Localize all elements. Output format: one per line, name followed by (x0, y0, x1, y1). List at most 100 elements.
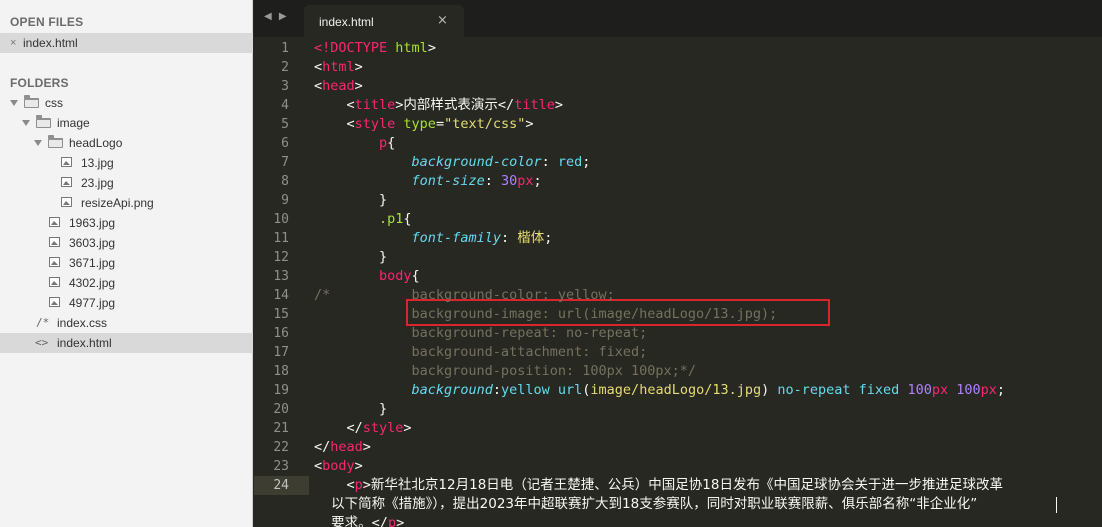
code-token: > (554, 97, 563, 113)
code-line[interactable]: p{ (314, 134, 395, 153)
tree-item-4302-jpg[interactable]: 4302.jpg (0, 273, 253, 293)
tree-item-label: css (45, 96, 63, 110)
code-token: { (403, 211, 412, 227)
code-line[interactable]: .p1{ (314, 210, 412, 229)
code-token: html (322, 59, 355, 75)
code-line[interactable]: <body> (314, 457, 363, 476)
code-token: > (403, 420, 412, 436)
code-line[interactable]: <title>内部样式表演示</title> (314, 96, 563, 115)
code-line[interactable]: </style> (314, 419, 412, 438)
code-line[interactable]: } (314, 400, 387, 419)
open-files-title: OPEN FILES (10, 15, 84, 29)
code-line[interactable]: } (314, 248, 387, 267)
code-line[interactable]: <!DOCTYPE html> (314, 39, 436, 58)
tree-item-4977-jpg[interactable]: 4977.jpg (0, 293, 253, 313)
code-token: font-family (411, 230, 501, 246)
code-line[interactable]: 要求。</p> (314, 514, 404, 527)
code-line[interactable]: <p>新华社北京12月18日电（记者王楚捷、公兵）中国足协18日发布《中国足球协… (314, 476, 1003, 495)
code-token: <!DOCTYPE (314, 40, 388, 56)
line-number: 3 (281, 79, 289, 94)
code-line[interactable]: body{ (314, 267, 420, 286)
code-line[interactable]: background-attachment: fixed; (314, 343, 648, 362)
tree-item-headlogo[interactable]: headLogo (0, 133, 253, 153)
line-number: 10 (273, 212, 289, 227)
line-number: 1 (281, 41, 289, 56)
code-line[interactable]: 以下简称《措施》），提出2023年中超联赛扩大到18支参赛队，同时对职业联赛限薪… (314, 495, 977, 514)
open-file-index-html[interactable]: × index.html (0, 33, 253, 53)
code-line[interactable]: font-size: 30px; (314, 172, 542, 191)
code-line[interactable]: <html> (314, 58, 363, 77)
code-token: px (517, 173, 534, 189)
chevron-down-icon[interactable] (22, 120, 30, 126)
code-editor[interactable]: <!DOCTYPE html> <html> <head> <title>内部样式表… (309, 37, 1102, 527)
code-line[interactable]: <head> (314, 77, 363, 96)
line-number: 5 (281, 117, 289, 132)
tree-item-index-css[interactable]: /* index.css (0, 313, 253, 333)
code-line[interactable]: background-color: red; (314, 153, 591, 172)
tree-item-label: index.css (57, 316, 108, 330)
code-token: 要求。 (314, 515, 372, 527)
code-token: < (314, 116, 355, 132)
code-token: px (980, 382, 997, 398)
line-number: 15 (273, 307, 289, 322)
code-token: > (362, 477, 371, 493)
tree-item-label: 1963.jpg (69, 216, 116, 230)
code-line[interactable]: font-family: 楷体; (314, 229, 553, 248)
code-line[interactable]: /* background-color: yellow; (314, 286, 615, 305)
code-token: </ (497, 97, 515, 113)
code-token: > (396, 515, 405, 527)
code-line[interactable]: background:yellow url(image/headLogo/13.… (314, 381, 1006, 400)
code-token: background (411, 382, 493, 398)
chevron-down-icon[interactable] (10, 100, 18, 106)
close-icon[interactable]: × (437, 13, 448, 28)
code-line[interactable]: </head> (314, 438, 371, 457)
tab-index-html[interactable]: index.html × (304, 5, 464, 37)
line-number: 11 (273, 231, 289, 246)
close-icon[interactable]: × (10, 33, 16, 53)
text-cursor (1056, 497, 1057, 513)
code-token: : (484, 173, 501, 189)
tree-item-image[interactable]: image (0, 113, 253, 133)
code-line[interactable]: background-image: url(image/headLogo/13.… (314, 305, 778, 324)
tree-item-3603-jpg[interactable]: 3603.jpg (0, 233, 253, 253)
code-line[interactable]: <style type="text/css"> (314, 115, 534, 134)
chevron-down-icon[interactable] (34, 140, 42, 146)
code-token: } (314, 401, 388, 417)
image-file-icon (49, 217, 60, 227)
code-token: 内部样式表演示 (403, 97, 498, 113)
code-line[interactable]: background-position: 100px 100px;*/ (314, 362, 696, 381)
code-token: > (427, 40, 436, 56)
tree-item-13-jpg[interactable]: 13.jpg (0, 153, 253, 173)
code-line[interactable]: } (314, 191, 387, 210)
code-token: < (314, 458, 323, 474)
code-token: ; (544, 230, 553, 246)
tree-item-23-jpg[interactable]: 23.jpg (0, 173, 253, 193)
code-token: > (354, 458, 363, 474)
tree-item-resizeapi-png[interactable]: resizeApi.png (0, 193, 253, 213)
folder-open-icon (48, 135, 63, 148)
line-number: 21 (273, 421, 289, 436)
tree-item-label: 23.jpg (81, 176, 114, 190)
tree-item-css[interactable]: css (0, 93, 253, 113)
line-number: 20 (273, 402, 289, 417)
tree-item-1963-jpg[interactable]: 1963.jpg (0, 213, 253, 233)
line-number: 4 (281, 98, 289, 113)
line-number: 9 (281, 193, 289, 208)
line-number: 7 (281, 155, 289, 170)
tab-nav-arrows-icon[interactable]: ◀ ▶ (264, 11, 289, 22)
code-token: 楷体 (517, 230, 545, 246)
code-token: { (387, 135, 396, 151)
tree-item-index-html[interactable]: <> index.html (0, 333, 253, 353)
code-token: < (314, 78, 323, 94)
code-token: style (354, 116, 396, 132)
code-token: < (314, 97, 355, 113)
sidebar: OPEN FILES × index.html FOLDERS css imag… (0, 0, 253, 527)
tree-item-3671-jpg[interactable]: 3671.jpg (0, 253, 253, 273)
image-file-icon (61, 177, 72, 187)
image-file-icon (61, 197, 72, 207)
line-number: 24 (273, 478, 289, 493)
code-token: title (514, 97, 555, 113)
code-line[interactable]: background-repeat: no-repeat; (314, 324, 648, 343)
